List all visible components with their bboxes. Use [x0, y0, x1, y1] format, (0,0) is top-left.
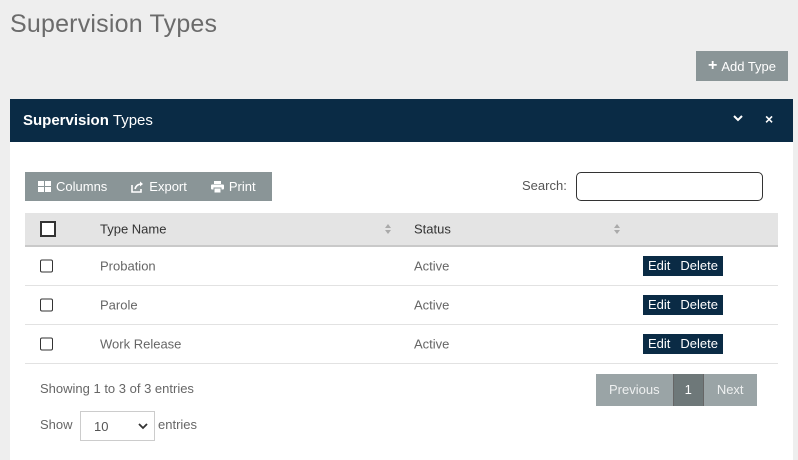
edit-button[interactable]: Edit [643, 334, 675, 354]
chevron-down-icon[interactable] [732, 111, 744, 127]
header-status[interactable]: Status [414, 222, 451, 237]
next-button[interactable]: Next [703, 374, 757, 406]
status-cell: Active [414, 297, 450, 313]
show-label: Show [40, 417, 73, 432]
export-icon [131, 181, 144, 193]
table-info: Showing 1 to 3 of 3 entries [40, 381, 194, 396]
edit-button[interactable]: Edit [643, 295, 675, 315]
print-label: Print [228, 179, 256, 194]
columns-button[interactable]: Columns [25, 172, 118, 201]
export-label: Export [149, 179, 187, 194]
type-name-cell: Work Release [100, 336, 182, 352]
row-checkbox[interactable] [40, 259, 53, 273]
add-type-label: Add Type [721, 58, 777, 74]
print-icon [210, 180, 224, 193]
row-actions: Edit Delete [643, 334, 723, 354]
status-cell: Active [414, 336, 450, 352]
page-button-current[interactable]: 1 [672, 374, 704, 406]
row-actions: Edit Delete [643, 256, 723, 276]
entries-label: entries [158, 417, 198, 432]
plus-icon: + [707, 57, 718, 74]
previous-button[interactable]: Previous [596, 374, 673, 406]
panel-title-bold: Supervision [23, 112, 109, 129]
sort-icon[interactable] [384, 223, 392, 235]
type-name-cell: Probation [100, 258, 156, 274]
search-label: Search: [522, 178, 567, 193]
header-type-name[interactable]: Type Name [100, 222, 166, 237]
page-title: Supervision Types [10, 10, 218, 38]
table-row: Probation Active Edit Delete [25, 247, 778, 286]
edit-button[interactable]: Edit [643, 256, 675, 276]
pagination: Previous 1 Next [596, 374, 757, 406]
status-cell: Active [414, 258, 450, 274]
table-row: Parole Active Edit Delete [25, 286, 778, 325]
type-name-cell: Parole [100, 297, 138, 313]
grid-icon [38, 180, 51, 192]
print-button[interactable]: Print [198, 172, 267, 201]
export-button[interactable]: Export [118, 172, 198, 201]
panel-header: Supervision Types × [10, 99, 793, 142]
columns-label: Columns [56, 179, 108, 194]
panel-title-rest: Types [112, 112, 153, 129]
close-icon[interactable]: × [765, 111, 773, 127]
table-row: Work Release Active Edit Delete [25, 325, 778, 364]
row-checkbox[interactable] [40, 337, 53, 351]
row-checkbox[interactable] [40, 298, 53, 312]
delete-button[interactable]: Delete [675, 256, 723, 276]
row-actions: Edit Delete [643, 295, 723, 315]
search-input[interactable] [576, 172, 763, 201]
entries-select-value: 10 [94, 418, 109, 434]
add-type-button[interactable]: + Add Type [696, 51, 788, 81]
table-header: Type Name Status [25, 213, 778, 247]
table-toolbar: Columns Export Print [25, 172, 272, 201]
supervision-types-panel: Supervision Types × Columns Export Print… [10, 99, 793, 460]
select-all-checkbox[interactable] [40, 221, 56, 237]
delete-button[interactable]: Delete [675, 295, 723, 315]
chevron-down-icon [138, 423, 148, 430]
sort-icon[interactable] [613, 223, 621, 235]
supervision-types-table: Type Name Status Probation Active Edit D… [25, 213, 778, 364]
delete-button[interactable]: Delete [675, 334, 723, 354]
entries-select[interactable]: 10 [80, 411, 155, 441]
